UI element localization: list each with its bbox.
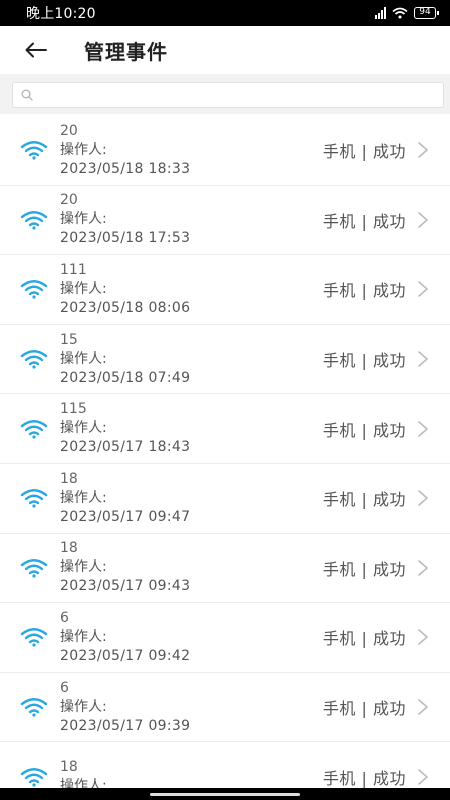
chevron-right-icon [418,281,428,298]
event-name: 115 [60,401,87,418]
chevron-right-icon [418,768,428,785]
chevron-right-icon [418,699,428,715]
event-text: 6 操作人: 2023/05/17 09:42 [60,609,323,666]
status-icons: 94 [375,7,439,19]
event-row[interactable]: 20 操作人: 2023/05/18 18:33 手机 | 成功 [0,116,450,186]
event-operator: 操作人: [60,698,107,715]
page-title: 管理事件 [84,39,168,64]
wifi-icon [20,558,48,578]
event-operator: 操作人: [60,559,107,576]
event-operator: 操作人: [60,141,107,158]
home-indicator [0,788,450,800]
event-list: 20 操作人: 2023/05/18 18:33 手机 | 成功 20 操作人:… [0,116,450,800]
event-datetime: 2023/05/17 09:43 [60,578,191,595]
event-datetime: 2023/05/17 18:43 [60,439,191,456]
event-datetime: 2023/05/17 09:39 [60,717,191,734]
chevron-right-icon [418,212,428,228]
event-row[interactable]: 6 操作人: 2023/05/17 09:39 手机 | 成功 [0,673,450,743]
wifi-icon [20,419,48,439]
event-datetime: 2023/05/17 09:42 [60,647,191,664]
event-name: 6 [60,609,69,626]
chevron-right-icon [418,420,428,437]
chevron-right-icon [418,490,428,507]
search-input[interactable] [39,84,443,106]
wifi-icon [20,767,48,787]
event-row[interactable]: 18 操作人: 2023/05/17 09:47 手机 | 成功 [0,464,450,534]
wifi-icon [20,489,48,508]
event-operator: 操作人: [60,211,107,228]
event-text: 20 操作人: 2023/05/18 17:53 [60,191,323,248]
event-status: 手机 | 成功 [322,142,406,162]
event-datetime: 2023/05/18 07:49 [60,369,191,386]
event-status: 手机 | 成功 [322,559,406,579]
wifi-icon [20,280,48,300]
event-text: 6 操作人: 2023/05/17 09:39 [60,679,323,736]
event-name: 18 [60,540,78,557]
event-status: 手机 | 成功 [322,211,406,231]
event-row[interactable]: 20 操作人: 2023/05/18 17:53 手机 | 成功 [0,186,450,256]
event-status: 手机 | 成功 [322,629,406,649]
event-row[interactable]: 115 操作人: 2023/05/17 18:43 手机 | 成功 [0,394,450,464]
event-name: 18 [60,470,78,487]
event-text: 15 操作人: 2023/05/18 07:49 [60,331,323,388]
wifi-icon [20,350,48,369]
event-datetime: 2023/05/18 17:53 [60,230,191,247]
event-text: 20 操作人: 2023/05/18 18:33 [60,122,323,179]
chevron-right-icon [418,351,428,367]
event-row[interactable]: 15 操作人: 2023/05/18 07:49 手机 | 成功 [0,325,450,395]
search-box[interactable] [12,82,444,108]
wifi-icon [20,141,48,160]
wifi-icon [20,698,48,717]
search-bar [0,74,450,114]
event-operator: 操作人: [60,489,107,506]
chevron-right-icon [418,629,428,646]
event-text: 18 操作人: 2023/05/17 09:43 [60,539,323,596]
event-text: 111 操作人: 2023/05/18 08:06 [60,261,323,318]
event-status: 手机 | 成功 [322,768,406,788]
event-datetime: 2023/05/18 18:33 [60,160,191,177]
event-row[interactable]: 6 操作人: 2023/05/17 09:42 手机 | 成功 [0,603,450,673]
event-operator: 操作人: [60,420,107,437]
event-status: 手机 | 成功 [322,420,406,440]
event-status: 手机 | 成功 [322,351,406,371]
event-operator: 操作人: [60,280,107,297]
search-icon [21,89,33,101]
chevron-right-icon [418,560,428,576]
event-name: 20 [60,122,78,139]
event-name: 15 [60,331,78,348]
wifi-icon [20,628,48,648]
event-name: 20 [60,192,78,209]
status-bar: 晚上10:20 94 [0,0,450,26]
chevron-right-icon [418,142,428,159]
event-datetime: 2023/05/17 09:47 [60,508,191,525]
wifi-icon [20,210,48,230]
event-status: 手机 | 成功 [322,490,406,510]
event-status: 手机 | 成功 [322,699,406,719]
event-status: 手机 | 成功 [322,281,406,301]
event-operator: 操作人: [60,350,107,367]
app-header: 管理事件 [0,26,450,74]
event-text: 18 操作人: 2023/05/17 09:47 [60,470,323,527]
battery-icon: 94 [414,7,439,19]
event-datetime: 2023/05/18 08:06 [60,299,191,316]
event-row[interactable]: 18 操作人: 2023/05/17 09:43 手机 | 成功 [0,534,450,604]
event-name: 6 [60,679,69,696]
cell-signal-icon [375,7,386,19]
status-time: 晚上10:20 [26,6,96,22]
event-name: 18 [60,758,78,775]
back-button[interactable] [16,30,56,70]
event-text: 115 操作人: 2023/05/17 18:43 [60,400,323,457]
arrow-left-icon [25,42,47,58]
event-operator: 操作人: [60,628,107,645]
event-row[interactable]: 111 操作人: 2023/05/18 08:06 手机 | 成功 [0,255,450,325]
event-name: 111 [60,261,87,278]
wifi-status-icon [392,7,408,19]
